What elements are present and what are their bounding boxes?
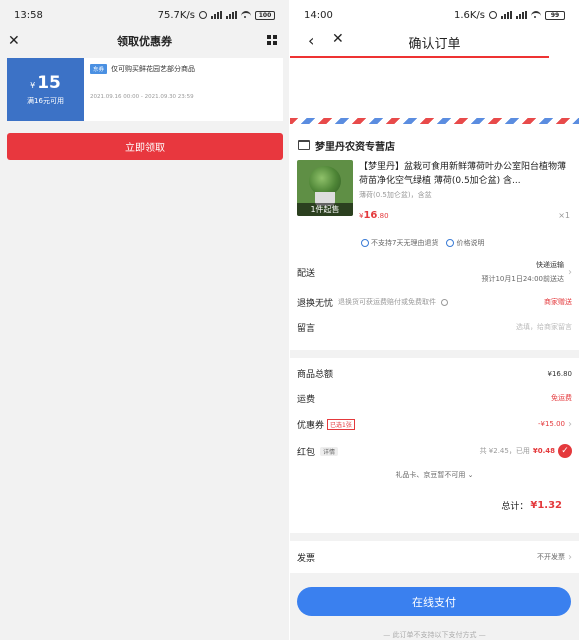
invoice-row[interactable]: 发票 不开发票 ›: [290, 541, 579, 573]
pay-online-button[interactable]: 在线支付: [297, 587, 571, 616]
product-notices: 不支持7天无理由退货 价格说明: [297, 238, 572, 248]
red-packet-row[interactable]: 红包 详情 共 ¥2.45，已用 ¥0.48 ✓: [297, 437, 572, 465]
total-label: 总计：: [501, 501, 529, 512]
coupon-currency: ¥: [30, 81, 36, 90]
invoice-label: 发票: [297, 553, 316, 564]
message-label: 留言: [297, 323, 316, 334]
product-item[interactable]: 1件起售 【梦里丹】盆栽可食用新鲜薄荷叶办公室阳台植物薄荷苗净化空气绿植 薄荷(…: [297, 160, 572, 221]
coupon-row[interactable]: 优惠券 已选1张 -¥15.00 ›: [297, 411, 572, 437]
coupon-discount-value: -¥15.00: [537, 420, 565, 428]
close-icon[interactable]: ✕: [8, 31, 20, 51]
no-return-text: 不支持7天无理由退货: [371, 239, 439, 247]
coupon-amount-block: ¥ 15 满16元可用: [4, 58, 84, 121]
back-arrow-icon[interactable]: ‹: [308, 31, 314, 50]
status-bar: 13:58 75.7K/s 100: [0, 0, 289, 30]
status-bar-right: 14:00 1.6K/s 99: [290, 0, 579, 30]
store-icon: [298, 140, 310, 150]
nav-bar: ✕ 领取优惠券: [0, 31, 289, 51]
freight-row: 运费 免运费: [297, 394, 572, 405]
header-divider: [290, 56, 549, 58]
chevron-right-icon: ›: [568, 266, 572, 278]
coupon-screen: 13:58 75.7K/s 100 ✕ 领取优惠券 ¥ 15 满16元可用 东券…: [0, 0, 289, 640]
coupon-condition: 满16元可用: [27, 97, 64, 105]
gift-card-note[interactable]: 礼品卡、京豆暂不可用 ⌄: [297, 465, 572, 485]
signal-icon: [211, 11, 222, 19]
status-time: 14:00: [304, 9, 333, 21]
delivery-eta: 预计10月1日24:00前送达: [481, 275, 564, 283]
alarm-icon: [489, 11, 497, 19]
freight-value: 免运费: [551, 394, 572, 402]
coupon-tag: 东券: [90, 64, 108, 74]
battery-icon: 99: [545, 10, 565, 20]
wifi-icon: [241, 11, 251, 19]
coupon-validity: 2021.09.16 00:00 - 2021.09.30 23:59: [90, 94, 194, 100]
info-icon: [446, 239, 455, 247]
close-icon[interactable]: ✕: [332, 31, 344, 47]
coupon-card[interactable]: ¥ 15 满16元可用 东券 仅可购买鲜花园艺部分商品 2021.09.16 0…: [4, 58, 283, 121]
delivery-row[interactable]: 配送 快递运输 预计10月1日24:00前送达 ›: [297, 254, 572, 288]
status-time: 13:58: [14, 9, 43, 21]
order-header: 14:00 1.6K/s 99 ‹ ✕ 确认订单: [290, 0, 579, 124]
product-price: ¥16.80: [359, 210, 389, 221]
return-service-label: 退换无忧: [297, 298, 334, 309]
red-packet-info: 共 ¥2.45，已用: [479, 447, 530, 455]
delivery-method: 快递运输: [536, 261, 564, 269]
coupon-selected-badge: 已选1张: [327, 418, 355, 430]
wifi-icon: [531, 11, 541, 19]
check-icon[interactable]: ✓: [558, 444, 572, 458]
chevron-down-icon: ⌄: [467, 471, 474, 479]
product-image[interactable]: 1件起售: [297, 160, 353, 216]
total-row: 总计： ¥1.32: [297, 485, 572, 525]
goods-total-value: ¥16.80: [547, 369, 573, 378]
shop-name: 梦里丹农资专营店: [315, 141, 395, 153]
page-title: 领取优惠券: [117, 35, 172, 48]
coupon-description: 仅可购买鲜花园艺部分商品: [111, 65, 196, 73]
product-spec: 薄荷(0.5加仑盆)，含盆: [359, 191, 432, 199]
invoice-value: 不开发票: [537, 553, 565, 561]
order-confirm-screen: 14:00 1.6K/s 99 ‹ ✕ 确认订单 梦里丹农资专营店 1件起售 【…: [290, 0, 579, 640]
red-packet-detail-link[interactable]: 详情: [320, 446, 339, 456]
min-purchase-label: 1件起售: [297, 203, 353, 216]
return-service-value: 商家赠送: [544, 298, 572, 306]
no-return-icon: [361, 239, 369, 247]
product-title: 【梦里丹】盆栽可食用新鲜薄荷叶办公室阳台植物薄荷苗净化空气绿植 薄荷(0.5加仑…: [359, 162, 567, 186]
coupon-details: 东券 仅可购买鲜花园艺部分商品 2021.09.16 00:00 - 2021.…: [84, 58, 283, 121]
page-title: 确认订单: [408, 36, 461, 52]
network-speed: 75.7K/s: [157, 9, 195, 21]
red-packet-used: ¥0.48: [532, 447, 555, 455]
signal-icon-2: [226, 11, 237, 19]
payment-footer-note: — 此订单不支持以下支付方式 —: [383, 631, 486, 639]
coupon-amount: 15: [37, 73, 61, 93]
return-service-desc: 退换货可获运费赔付或免费取件: [338, 298, 437, 306]
amount-card: 商品总额 ¥16.80 运费 免运费 优惠券 已选1张 -¥15.00 › 红包…: [290, 358, 579, 533]
info-icon[interactable]: [441, 298, 449, 306]
battery-icon: 100: [255, 10, 275, 20]
network-speed: 1.6K/s: [453, 9, 485, 21]
signal-icon-2: [516, 11, 527, 19]
grid-menu-icon[interactable]: [267, 35, 277, 45]
product-quantity: ×1: [558, 211, 570, 220]
alarm-icon: [199, 11, 207, 19]
shop-card: 梦里丹农资专营店 1件起售 【梦里丹】盆栽可食用新鲜薄荷叶办公室阳台植物薄荷苗净…: [290, 124, 579, 350]
goods-total-row: 商品总额 ¥16.80: [297, 369, 573, 381]
shop-header[interactable]: 梦里丹农资专营店: [297, 124, 572, 160]
total-value: ¥1.32: [530, 499, 562, 511]
message-input[interactable]: 选填，给商家留言: [516, 322, 572, 332]
message-row[interactable]: 留言 选填，给商家留言: [297, 316, 572, 338]
signal-icon: [501, 11, 512, 19]
claim-coupon-button[interactable]: 立即领取: [7, 133, 283, 160]
chevron-right-icon: ›: [568, 551, 572, 563]
price-info-link[interactable]: 价格说明: [456, 238, 484, 248]
nav-bar: ‹ ✕ 确认订单: [290, 31, 579, 53]
delivery-label: 配送: [297, 268, 316, 279]
chevron-right-icon: ›: [568, 418, 572, 430]
return-service-row[interactable]: 退换无忧 退换货可获运费赔付或免费取件 商家赠送: [297, 288, 572, 316]
